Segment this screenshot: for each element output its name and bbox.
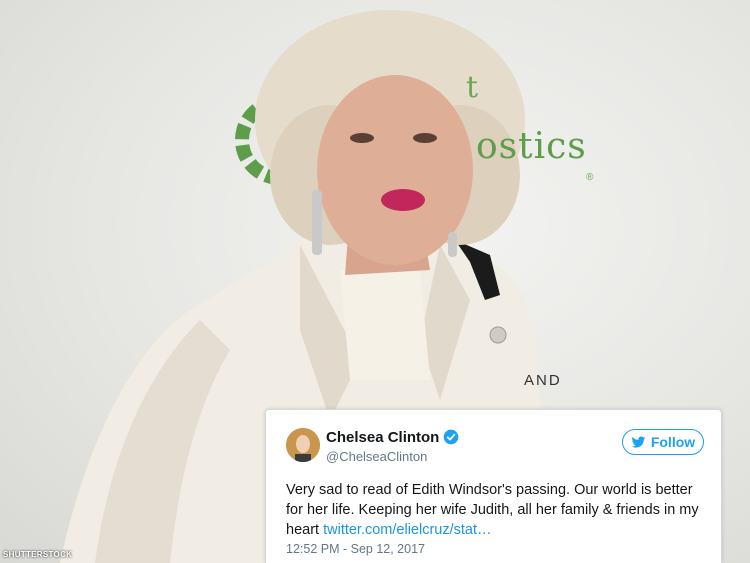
twitter-bird-icon xyxy=(631,436,646,448)
author-name[interactable]: Chelsea Clinton xyxy=(326,429,439,446)
author-handle[interactable]: @ChelseaClinton xyxy=(326,449,427,464)
tweet-timestamp[interactable]: 12:52 PM - Sep 12, 2017 xyxy=(286,542,425,556)
follow-button[interactable]: Follow xyxy=(622,429,704,455)
tweet-link[interactable]: twitter.com/elielcruz/stat… xyxy=(323,522,491,538)
tweet-text: Very sad to read of Edith Windsor's pass… xyxy=(286,480,711,540)
sponsor-logo-text-top: t xyxy=(466,70,479,105)
photo-credit: SHUTTERSTOCK xyxy=(3,550,73,559)
registered-mark: ® xyxy=(586,172,594,183)
avatar[interactable] xyxy=(286,428,320,462)
embedded-tweet-card[interactable]: Chelsea Clinton @ChelseaClinton Follow V… xyxy=(265,409,722,563)
follow-label: Follow xyxy=(650,434,696,450)
sponsor-logo-text: ostics xyxy=(476,126,587,167)
backdrop-text: AND xyxy=(524,372,562,389)
verified-badge-icon xyxy=(443,429,459,445)
avatar-image xyxy=(286,428,320,462)
